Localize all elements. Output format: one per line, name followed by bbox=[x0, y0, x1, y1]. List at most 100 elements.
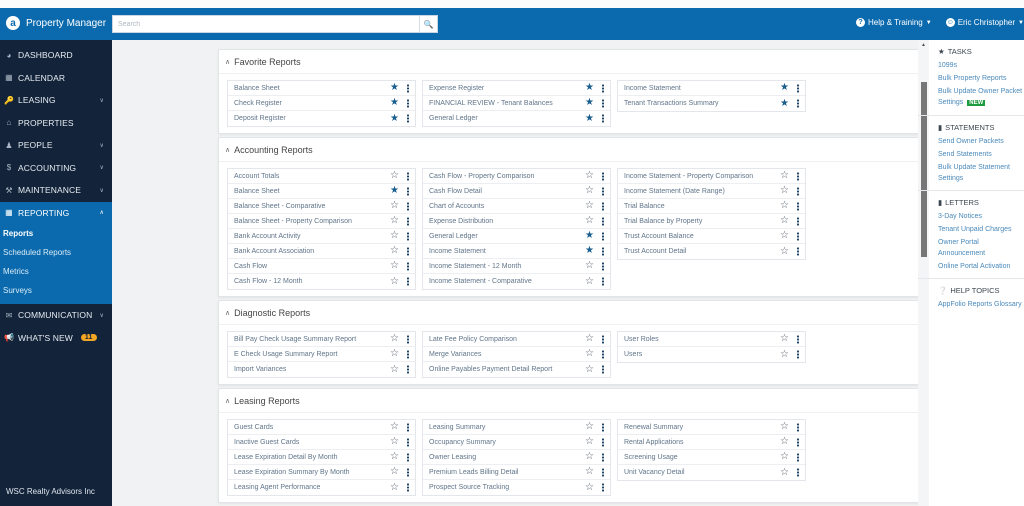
letter-link-online-portal-activation[interactable]: Online Portal Activation bbox=[938, 261, 1024, 272]
subnav-reports[interactable]: Reports bbox=[0, 224, 112, 243]
kebab-menu-icon[interactable] bbox=[797, 186, 799, 196]
report-link[interactable]: Trust Account Balance bbox=[624, 233, 694, 240]
sidebar-item-dashboard[interactable]: ◕ DASHBOARD bbox=[0, 44, 112, 67]
star-filled-icon[interactable]: ★ bbox=[585, 231, 594, 241]
sidebar-item-whats-new[interactable]: 📢 WHAT'S NEW 11 bbox=[0, 327, 112, 350]
star-outline-icon[interactable]: ☆ bbox=[585, 467, 594, 477]
kebab-menu-icon[interactable] bbox=[602, 201, 604, 211]
report-link[interactable]: Owner Leasing bbox=[429, 454, 476, 461]
kebab-menu-icon[interactable] bbox=[407, 216, 409, 226]
kebab-menu-icon[interactable] bbox=[797, 201, 799, 211]
sidebar-item-people[interactable]: ♟ PEOPLE ∨ bbox=[0, 134, 112, 157]
star-outline-icon[interactable]: ☆ bbox=[585, 452, 594, 462]
panel-header[interactable]: ∧ Diagnostic Reports bbox=[219, 301, 926, 325]
report-link[interactable]: Cash Flow bbox=[234, 263, 267, 270]
star-filled-icon[interactable]: ★ bbox=[390, 98, 399, 108]
star-outline-icon[interactable]: ☆ bbox=[585, 482, 594, 493]
scrollbar-thumb[interactable] bbox=[921, 82, 927, 257]
report-link[interactable]: Premium Leads Billing Detail bbox=[429, 469, 518, 476]
star-outline-icon[interactable]: ☆ bbox=[390, 261, 399, 271]
star-outline-icon[interactable]: ☆ bbox=[390, 467, 399, 477]
star-outline-icon[interactable]: ☆ bbox=[585, 422, 594, 432]
report-link[interactable]: Screening Usage bbox=[624, 454, 678, 461]
sidebar-item-maintenance[interactable]: ⚒ MAINTENANCE ∨ bbox=[0, 179, 112, 202]
kebab-menu-icon[interactable] bbox=[797, 334, 799, 344]
star-outline-icon[interactable]: ☆ bbox=[780, 467, 789, 478]
report-link[interactable]: Prospect Source Tracking bbox=[429, 484, 509, 491]
sidebar-item-communication[interactable]: ✉ COMMUNICATION ∨ bbox=[0, 304, 112, 327]
report-link[interactable]: Guest Cards bbox=[234, 424, 273, 431]
report-link[interactable]: Balance Sheet bbox=[234, 85, 280, 92]
user-menu[interactable]: ☺ Eric Christopher ▼ bbox=[945, 18, 1024, 27]
help-training-menu[interactable]: ? Help & Training ▼ bbox=[856, 18, 932, 27]
star-outline-icon[interactable]: ☆ bbox=[780, 437, 789, 447]
report-link[interactable]: Bank Account Activity bbox=[234, 233, 301, 240]
kebab-menu-icon[interactable] bbox=[797, 437, 799, 447]
statement-link-bulk-update[interactable]: Bulk Update Statement Settings bbox=[938, 162, 1024, 184]
kebab-menu-icon[interactable] bbox=[797, 83, 799, 93]
report-link[interactable]: Trust Account Detail bbox=[624, 248, 686, 255]
report-link[interactable]: Unit Vacancy Detail bbox=[624, 469, 685, 476]
scrollbar-track[interactable]: ▲ bbox=[918, 40, 929, 506]
report-link[interactable]: E Check Usage Summary Report bbox=[234, 351, 337, 358]
report-link[interactable]: Trial Balance bbox=[624, 203, 665, 210]
kebab-menu-icon[interactable] bbox=[407, 365, 409, 374]
report-link[interactable]: Leasing Agent Performance bbox=[234, 484, 320, 491]
star-outline-icon[interactable]: ☆ bbox=[585, 171, 594, 181]
kebab-menu-icon[interactable] bbox=[602, 483, 604, 492]
report-link[interactable]: Deposit Register bbox=[234, 115, 286, 122]
kebab-menu-icon[interactable] bbox=[407, 422, 409, 432]
letter-link-tenant-unpaid-charges[interactable]: Tenant Unpaid Charges bbox=[938, 224, 1024, 235]
star-outline-icon[interactable]: ☆ bbox=[390, 201, 399, 211]
star-outline-icon[interactable]: ☆ bbox=[390, 349, 399, 359]
star-filled-icon[interactable]: ★ bbox=[390, 113, 399, 124]
kebab-menu-icon[interactable] bbox=[602, 334, 604, 344]
kebab-menu-icon[interactable] bbox=[797, 350, 799, 359]
kebab-menu-icon[interactable] bbox=[407, 231, 409, 241]
brand[interactable]: a Property Manager bbox=[6, 16, 106, 30]
report-link[interactable]: Account Totals bbox=[234, 173, 279, 180]
kebab-menu-icon[interactable] bbox=[797, 216, 799, 226]
star-outline-icon[interactable]: ☆ bbox=[585, 334, 594, 344]
letter-link-owner-portal-announcement[interactable]: Owner Portal Announcement bbox=[938, 237, 1024, 259]
star-outline-icon[interactable]: ☆ bbox=[390, 216, 399, 226]
subnav-surveys[interactable]: Surveys bbox=[0, 281, 112, 300]
star-outline-icon[interactable]: ☆ bbox=[780, 349, 789, 360]
kebab-menu-icon[interactable] bbox=[407, 246, 409, 256]
kebab-menu-icon[interactable] bbox=[797, 247, 799, 256]
star-filled-icon[interactable]: ★ bbox=[390, 83, 399, 93]
help-link-reports-glossary[interactable]: AppFolio Reports Glossary bbox=[938, 299, 1024, 310]
kebab-menu-icon[interactable] bbox=[407, 277, 409, 286]
star-filled-icon[interactable]: ★ bbox=[585, 98, 594, 108]
star-outline-icon[interactable]: ☆ bbox=[780, 334, 789, 344]
star-filled-icon[interactable]: ★ bbox=[390, 186, 399, 196]
kebab-menu-icon[interactable] bbox=[602, 422, 604, 432]
kebab-menu-icon[interactable] bbox=[797, 422, 799, 432]
kebab-menu-icon[interactable] bbox=[407, 186, 409, 196]
report-link[interactable]: Lease Expiration Detail By Month bbox=[234, 454, 338, 461]
star-outline-icon[interactable]: ☆ bbox=[390, 231, 399, 241]
subnav-scheduled-reports[interactable]: Scheduled Reports bbox=[0, 243, 112, 262]
kebab-menu-icon[interactable] bbox=[602, 98, 604, 108]
kebab-menu-icon[interactable] bbox=[602, 231, 604, 241]
letter-link-3-day-notices[interactable]: 3-Day Notices bbox=[938, 211, 1024, 222]
report-link[interactable]: User Roles bbox=[624, 336, 659, 343]
report-link[interactable]: Import Variances bbox=[234, 366, 286, 373]
report-link[interactable]: Income Statement bbox=[624, 85, 681, 92]
kebab-menu-icon[interactable] bbox=[602, 171, 604, 181]
kebab-menu-icon[interactable] bbox=[602, 83, 604, 93]
kebab-menu-icon[interactable] bbox=[602, 216, 604, 226]
report-link[interactable]: Leasing Summary bbox=[429, 424, 485, 431]
report-link[interactable]: Cash Flow - Property Comparison bbox=[429, 173, 534, 180]
kebab-menu-icon[interactable] bbox=[407, 334, 409, 344]
star-outline-icon[interactable]: ☆ bbox=[585, 364, 594, 375]
star-filled-icon[interactable]: ★ bbox=[780, 98, 789, 109]
statement-link-send-owner-packets[interactable]: Send Owner Packets bbox=[938, 136, 1024, 147]
sidebar-item-reporting[interactable]: ▦ REPORTING ∧ bbox=[0, 201, 112, 224]
kebab-menu-icon[interactable] bbox=[602, 186, 604, 196]
report-link[interactable]: Income Statement - 12 Month bbox=[429, 263, 521, 270]
star-outline-icon[interactable]: ☆ bbox=[390, 364, 399, 375]
star-outline-icon[interactable]: ☆ bbox=[390, 171, 399, 181]
star-outline-icon[interactable]: ☆ bbox=[585, 216, 594, 226]
report-link[interactable]: Tenant Transactions Summary bbox=[624, 100, 719, 107]
